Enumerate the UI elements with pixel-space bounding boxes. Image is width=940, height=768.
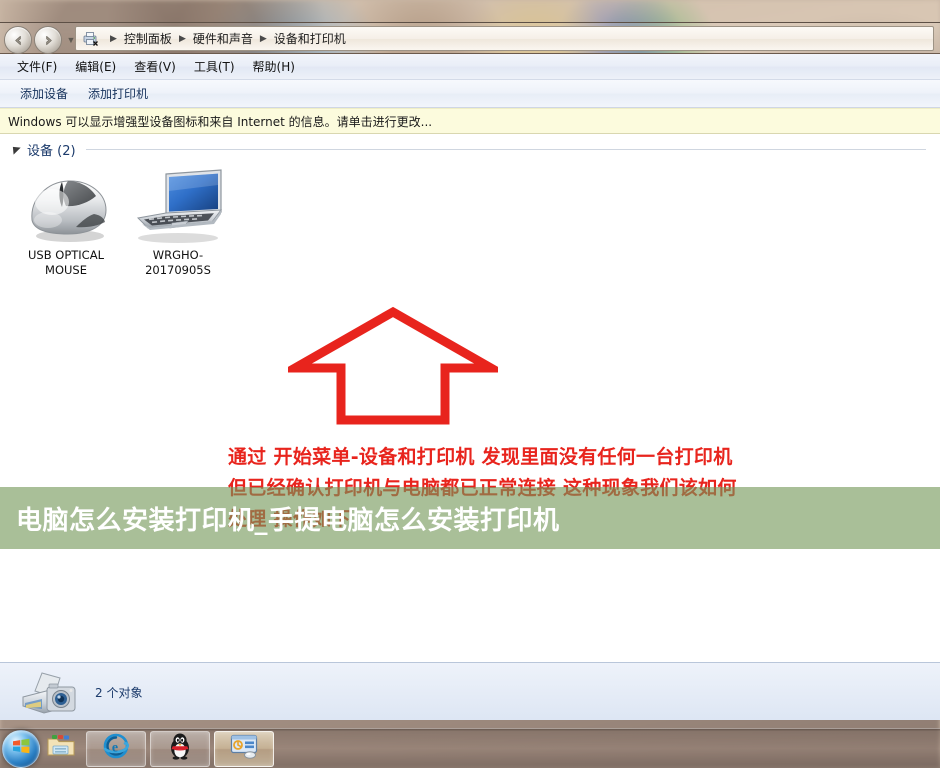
back-button[interactable] — [4, 26, 32, 54]
qq-penguin-icon — [167, 732, 193, 765]
address-bar: ▼ ▶ 控制面板 ▶ 硬件和声音 ▶ 设备和打印机 — [0, 22, 940, 54]
menu-view[interactable]: 查看(V) — [125, 55, 185, 78]
menu-help[interactable]: 帮助(H) — [244, 55, 304, 78]
screen: ▼ ▶ 控制面板 ▶ 硬件和声音 ▶ 设备和打印机 文件(F) 编辑(E) 查看… — [0, 0, 940, 768]
printer-camera-icon — [20, 671, 84, 722]
taskbar: e — [0, 728, 940, 768]
breadcrumb-separator-1: ▶ — [178, 33, 186, 43]
menu-edit[interactable]: 编辑(E) — [66, 55, 125, 78]
group-header-label: 设备 (2) — [27, 143, 76, 159]
laptop-computer-icon — [122, 166, 234, 244]
status-object-count: 2 个对象 — [95, 686, 143, 700]
group-header-rule — [85, 148, 926, 150]
breadcrumb-item-2[interactable]: 设备和打印机 — [274, 30, 346, 47]
group-header-devices[interactable]: 设备 (2) — [0, 134, 940, 164]
content-pane: 设备 (2) USB OPTICAL MOUSE WRGHO-20170905S… — [0, 134, 940, 662]
information-bar[interactable]: Windows 可以显示增强型设备图标和来自 Internet 的信息。请单击进… — [0, 108, 940, 134]
red-up-arrow-annotation — [278, 306, 508, 433]
menu-bar: 文件(F) 编辑(E) 查看(V) 工具(T) 帮助(H) — [0, 54, 940, 80]
add-printer-button[interactable]: 添加打印机 — [78, 81, 158, 106]
annotation-line-0: 通过 开始菜单-设备和打印机 发现里面没有任何一台打印机 — [228, 446, 733, 468]
forward-button[interactable] — [34, 26, 62, 54]
svg-text:e: e — [112, 741, 118, 756]
taskbar-button-qq[interactable] — [150, 730, 210, 767]
information-bar-text: Windows 可以显示增强型设备图标和来自 Internet 的信息。请单击进… — [8, 114, 433, 129]
breadcrumb-item-0[interactable]: 控制面板 — [124, 30, 172, 47]
windows-start-orb-icon — [10, 735, 32, 762]
add-device-button[interactable]: 添加设备 — [10, 81, 78, 106]
devices-printers-window-icon — [230, 733, 258, 764]
device-list: USB OPTICAL MOUSE WRGHO-20170905S — [0, 164, 940, 294]
quicklaunch-explorer[interactable] — [40, 731, 82, 767]
device-label-mouse: USB OPTICAL MOUSE — [28, 248, 104, 277]
start-button[interactable] — [2, 729, 40, 768]
triangle-collapse-icon[interactable] — [9, 143, 21, 155]
device-item-laptop[interactable]: WRGHO-20170905S — [122, 166, 234, 278]
devices-printers-icon — [82, 30, 99, 47]
menu-tools[interactable]: 工具(T) — [185, 55, 244, 78]
taskbar-button-devices-and-printers[interactable] — [214, 730, 274, 767]
breadcrumb-bar[interactable]: ▶ 控制面板 ▶ 硬件和声音 ▶ 设备和打印机 — [75, 26, 934, 51]
taskbar-button-internet-explorer[interactable]: e — [86, 730, 146, 767]
details-pane: 2 个对象 — [0, 662, 940, 720]
breadcrumb-separator-2: ▶ — [259, 33, 267, 43]
overlay-title-band: 电脑怎么安装打印机_手提电脑怎么安装打印机 — [0, 487, 940, 549]
device-item-mouse[interactable]: USB OPTICAL MOUSE — [10, 166, 122, 278]
menu-file[interactable]: 文件(F) — [8, 55, 66, 78]
mouse-icon — [10, 166, 122, 244]
breadcrumb-item-1[interactable]: 硬件和声音 — [193, 30, 253, 47]
back-arrow-icon — [11, 33, 26, 48]
navigation-buttons: ▼ — [4, 26, 77, 54]
overlay-title: 电脑怎么安装打印机_手提电脑怎么安装打印机 — [16, 505, 560, 536]
device-label-laptop: WRGHO-20170905S — [145, 248, 211, 277]
breadcrumb-separator-0: ▶ — [110, 33, 117, 43]
internet-explorer-icon: e — [102, 732, 130, 765]
explorer-folder-icon — [46, 733, 76, 764]
command-toolbar: 添加设备 添加打印机 — [0, 80, 940, 108]
devices-and-printers-window: ▼ ▶ 控制面板 ▶ 硬件和声音 ▶ 设备和打印机 文件(F) 编辑(E) 查看… — [0, 22, 940, 720]
forward-arrow-icon — [41, 33, 56, 48]
